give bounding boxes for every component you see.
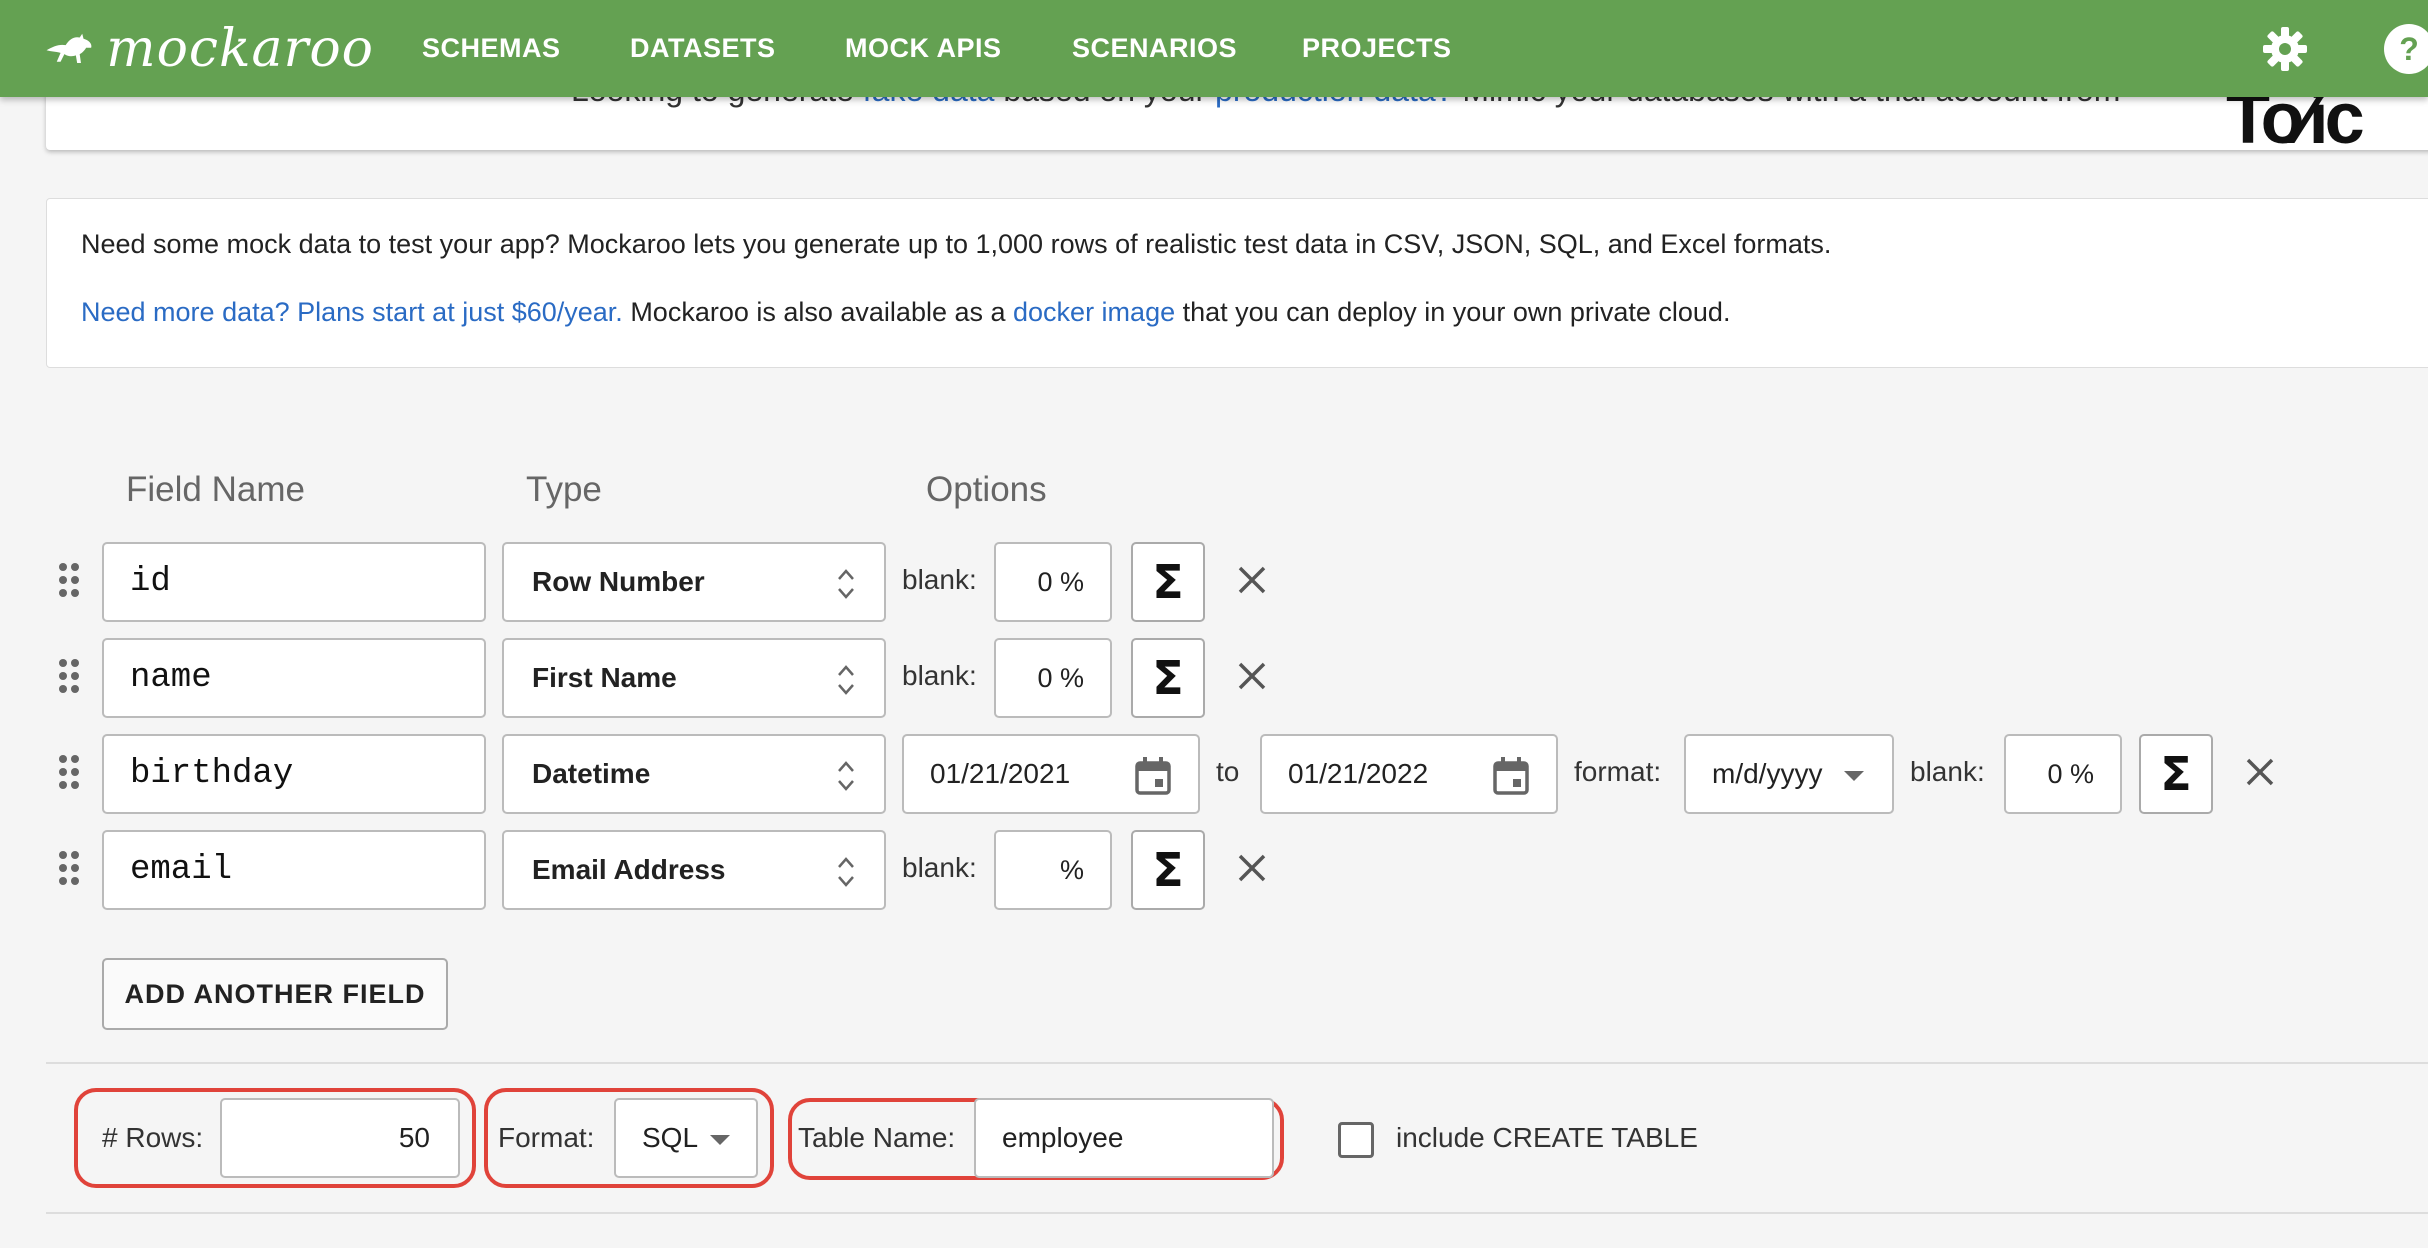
sigma-icon: Σ xyxy=(2160,747,2192,801)
format-value: SQL xyxy=(642,1122,699,1153)
up-down-icon xyxy=(838,857,854,887)
drag-handle-icon[interactable] xyxy=(58,562,80,598)
drag-handle-icon[interactable] xyxy=(58,658,80,694)
blank-label: blank: xyxy=(902,660,977,691)
field-row: birthday Datetime 01/21/2021 to 01/21/20… xyxy=(0,732,2428,814)
caret-down-icon xyxy=(1844,771,1864,781)
sigma-icon: Σ xyxy=(1152,555,1184,609)
close-icon[interactable] xyxy=(1234,850,1270,886)
formula-button[interactable]: Σ xyxy=(1131,638,1205,718)
formula-button[interactable]: Σ xyxy=(1131,830,1205,910)
logo-text: mockaroo xyxy=(106,19,374,79)
field-row: id Row Number blank: 0 % Σ xyxy=(0,540,2428,622)
date-format-select[interactable]: m/d/yyyy xyxy=(1684,734,1894,814)
field-type-select[interactable]: Row Number xyxy=(502,542,886,622)
include-create-table-checkbox[interactable] xyxy=(1338,1122,1374,1158)
top-navigation-bar: mockaroo SCHEMAS DATASETS MOCK APIS SCEN… xyxy=(0,0,2428,97)
format-select[interactable]: SQL xyxy=(614,1098,758,1178)
formula-button[interactable]: Σ xyxy=(2139,734,2213,814)
divider xyxy=(46,1062,2428,1064)
drag-handle-icon[interactable] xyxy=(58,850,80,886)
blank-label: blank: xyxy=(1910,756,1985,787)
nav-scenarios[interactable]: SCENARIOS xyxy=(1072,0,1237,97)
info-text-middle: Mockaroo is also available as a xyxy=(622,297,1014,327)
nav-mock-apis[interactable]: MOCK APIS xyxy=(845,0,1002,97)
close-icon[interactable] xyxy=(1234,658,1270,694)
blank-label: blank: xyxy=(902,564,977,595)
mockaroo-logo[interactable]: mockaroo xyxy=(44,20,374,78)
close-icon[interactable] xyxy=(2242,754,2278,790)
field-type-value: First Name xyxy=(532,662,677,693)
sigma-icon: Σ xyxy=(1152,651,1184,705)
up-down-icon xyxy=(838,569,854,599)
field-type-value: Email Address xyxy=(532,854,726,885)
rows-label: # Rows: xyxy=(102,1122,204,1153)
caret-down-icon xyxy=(710,1135,730,1145)
plans-link[interactable]: Need more data? Plans start at just $60/… xyxy=(81,297,623,327)
kangaroo-logo-icon xyxy=(46,33,92,64)
rows-input[interactable]: 50 xyxy=(220,1098,460,1178)
info-text-end: that you can deploy in your own private … xyxy=(1175,297,1731,327)
field-type-value: Datetime xyxy=(532,758,651,789)
info-panel: Need some mock data to test your app? Mo… xyxy=(46,198,2428,368)
blank-percent-input[interactable]: 0 % xyxy=(994,638,1112,718)
date-from-input[interactable]: 01/21/2021 xyxy=(902,734,1200,814)
blank-label: blank: xyxy=(902,852,977,883)
svg-text:?: ? xyxy=(2399,31,2419,67)
include-create-table-label[interactable]: include CREATE TABLE xyxy=(1396,1122,1698,1154)
date-to-value: 01/21/2022 xyxy=(1288,758,1429,789)
field-type-select[interactable]: Datetime xyxy=(502,734,886,814)
add-another-field-button[interactable]: ADD ANOTHER FIELD xyxy=(102,958,448,1030)
format-label: format: xyxy=(1574,756,1662,787)
blank-percent-input[interactable]: 0 % xyxy=(994,542,1112,622)
sigma-icon: Σ xyxy=(1152,843,1184,897)
table-name-input[interactable]: employee xyxy=(974,1098,1274,1178)
date-to-input[interactable]: 01/21/2022 xyxy=(1260,734,1558,814)
field-name-input[interactable]: birthday xyxy=(102,734,486,814)
date-format-value: m/d/yyyy xyxy=(1712,758,1823,789)
drag-handle-icon[interactable] xyxy=(58,754,80,790)
field-name-input[interactable]: id xyxy=(102,542,486,622)
up-down-icon xyxy=(838,761,854,791)
field-type-select[interactable]: Email Address xyxy=(502,830,886,910)
divider xyxy=(46,1212,2428,1214)
to-label: to xyxy=(1216,756,1240,787)
close-icon[interactable] xyxy=(1234,562,1270,598)
docker-image-link[interactable]: docker image xyxy=(1013,297,1175,327)
formula-button[interactable]: Σ xyxy=(1131,542,1205,622)
field-row: email Email Address blank: % Σ xyxy=(0,828,2428,910)
info-intro-text: Need some mock data to test your app? Mo… xyxy=(81,229,1832,259)
up-down-icon xyxy=(838,665,854,695)
nav-datasets[interactable]: DATASETS xyxy=(630,0,776,97)
field-row: name First Name blank: 0 % Σ xyxy=(0,636,2428,718)
info-plans-text: Need more data? Plans start at just $60/… xyxy=(81,297,1730,328)
table-name-label: Table Name: xyxy=(798,1122,956,1153)
nav-schemas[interactable]: SCHEMAS xyxy=(422,0,561,97)
calendar-icon[interactable] xyxy=(1134,756,1172,796)
nav-projects[interactable]: PROJECTS xyxy=(1302,0,1452,97)
field-name-input[interactable]: name xyxy=(102,638,486,718)
field-type-select[interactable]: First Name xyxy=(502,638,886,718)
blank-percent-input[interactable]: % xyxy=(994,830,1112,910)
column-header-options: Options xyxy=(926,470,1047,509)
column-header-field-name: Field Name xyxy=(126,470,305,509)
field-type-value: Row Number xyxy=(532,566,705,597)
help-icon[interactable]: ? xyxy=(2382,22,2428,76)
calendar-icon[interactable] xyxy=(1492,756,1530,796)
blank-percent-input[interactable]: 0 % xyxy=(2004,734,2122,814)
format-label: Format: xyxy=(498,1122,595,1153)
settings-gear-icon[interactable] xyxy=(2260,24,2310,74)
column-header-type: Type xyxy=(526,470,602,509)
date-from-value: 01/21/2021 xyxy=(930,758,1071,789)
field-name-input[interactable]: email xyxy=(102,830,486,910)
